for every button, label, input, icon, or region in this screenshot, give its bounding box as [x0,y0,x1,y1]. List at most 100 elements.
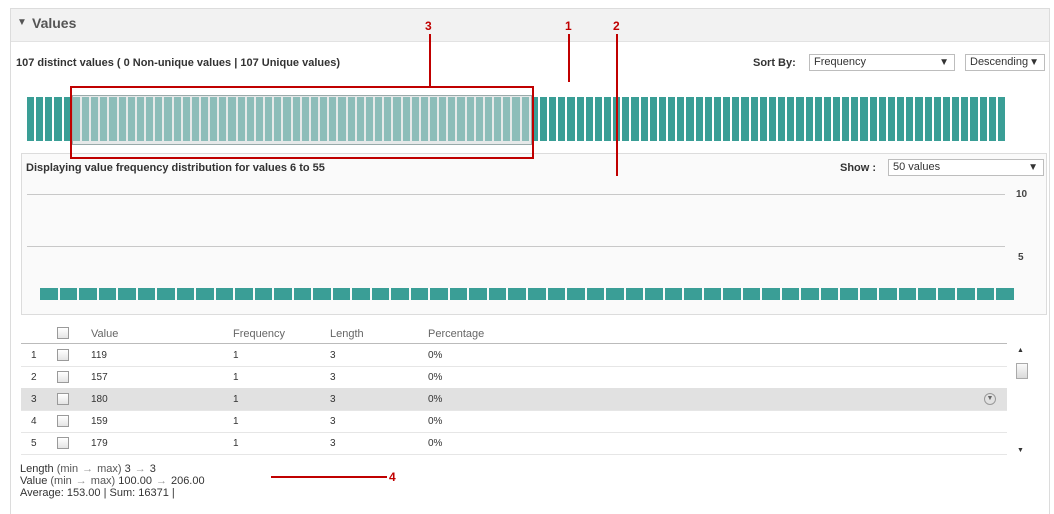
show-count-select[interactable]: 50 values ▼ [888,159,1044,176]
detail-bar [957,288,975,300]
detail-bar [293,288,312,300]
table-row[interactable]: 3 180 1 3 0% ▼ [21,388,1007,411]
cell-percentage: 0% [428,350,443,361]
chevron-down-icon: ▼ [1029,57,1039,68]
cell-frequency: 1 [233,394,239,405]
callout-2: 2 [613,19,620,33]
triangle-down-icon[interactable]: ▼ [17,17,27,28]
detail-bar [274,288,292,300]
sort-order-select[interactable]: Descending ▼ [965,54,1045,71]
overview-bar [768,97,777,141]
cell-value: 159 [91,416,108,427]
column-header-frequency[interactable]: Frequency [233,328,285,340]
detail-bar [996,288,1014,300]
value-max-label: max) [90,475,116,487]
average-sum: Average: 153.00 | Sum: 16371 | [20,487,175,499]
table-header: Value Frequency Length Percentage [21,321,1007,344]
detail-bar [469,288,487,300]
detail-bar [40,288,58,300]
overview-bar [878,97,886,141]
overview-bar [54,97,62,141]
overview-bar [640,97,648,141]
detail-bar [918,288,936,300]
table-row[interactable]: 5 179 1 3 0% [21,432,1007,455]
overview-bar [713,97,722,141]
overview-bar [933,97,941,141]
overview-bar [741,97,749,141]
column-header-percentage[interactable]: Percentage [428,328,484,340]
row-index: 5 [31,438,37,449]
detail-bar [410,288,429,300]
arrow-right-icon: → [155,475,167,487]
value-max-value: 206.00 [170,475,205,487]
row-index: 3 [31,394,37,405]
column-header-value[interactable]: Value [91,328,118,340]
detail-chart-title: Displaying value frequency distribution … [26,162,325,174]
overview-bar [906,97,914,141]
table-row[interactable]: 2 157 1 3 0% [21,366,1007,389]
overview-bar [924,97,932,141]
row-checkbox[interactable] [57,393,69,405]
overview-bar [723,97,731,141]
detail-bar [703,288,722,300]
detail-bar [547,288,566,300]
scroll-down-icon[interactable]: ▼ [1017,447,1024,454]
section-title: Values [32,15,77,31]
arrow-right-icon: → [134,463,146,475]
overview-bar [851,97,859,141]
scroll-up-icon[interactable]: ▲ [1017,347,1024,354]
cell-frequency: 1 [233,372,239,383]
section-header[interactable]: ▼ Values [11,9,1049,42]
detail-bar [976,288,995,300]
overview-bar [732,97,740,141]
scroll-thumb[interactable] [1016,363,1028,379]
table-scrollbar[interactable]: ▲ ▼ [1013,343,1031,461]
row-checkbox[interactable] [57,371,69,383]
detail-bar [235,288,253,300]
cell-frequency: 1 [233,438,239,449]
row-menu-icon[interactable]: ▼ [984,393,996,405]
row-checkbox[interactable] [57,349,69,361]
cell-frequency: 1 [233,350,239,361]
detail-bar [586,288,605,300]
detail-bar [859,288,878,300]
cell-percentage: 0% [428,438,443,449]
column-header-length[interactable]: Length [330,328,364,340]
detail-bar [684,288,702,300]
overview-bar [549,97,557,141]
cell-frequency: 1 [233,416,239,427]
chevron-down-icon: ▼ [939,57,949,68]
length-min-label: (min [56,463,79,475]
value-min-value: 100.00 [118,475,152,487]
callout-4: 4 [389,470,396,484]
table-row[interactable]: 1 119 1 3 0% [21,344,1007,367]
detail-bar [449,288,468,300]
values-panel: ▼ Values 107 distinct values ( 0 Non-uni… [10,8,1050,514]
overview-bar [897,97,905,141]
detail-bar [528,288,546,300]
row-checkbox[interactable] [57,415,69,427]
row-checkbox[interactable] [57,437,69,449]
sort-field-select[interactable]: Frequency ▼ [809,54,955,71]
select-all-checkbox[interactable] [57,327,69,339]
overview-bar [36,97,44,141]
overview-bar [997,97,1005,141]
detail-bar [391,288,409,300]
table-row[interactable]: 4 159 1 3 0% [21,410,1007,433]
length-min-value: 3 [124,463,131,475]
overview-bar [750,97,758,141]
overview-bar [952,97,960,141]
detail-bar [79,288,97,300]
cell-percentage: 0% [428,394,443,405]
overview-bar [842,97,850,141]
show-label: Show : [840,162,877,174]
frequency-detail-chart: Displaying value frequency distribution … [21,153,1047,315]
overview-bar [988,97,996,141]
overview-bar [805,97,813,141]
detail-bar [781,288,800,300]
detail-bar [723,288,741,300]
detail-bar [567,288,585,300]
overview-bar [658,97,667,141]
detail-bar [215,288,234,300]
detail-bar [664,288,683,300]
